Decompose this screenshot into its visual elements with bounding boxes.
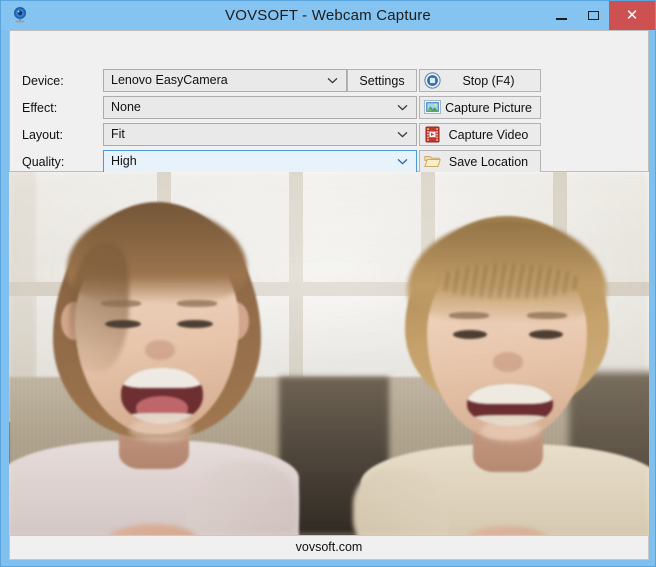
- save-location-button-label: Save Location: [448, 154, 529, 169]
- controls-panel: Device: Lenovo EasyCamera Settings Effec…: [9, 30, 649, 196]
- child-right-eye: [453, 330, 487, 339]
- device-select[interactable]: Lenovo EasyCamera: [103, 69, 347, 92]
- device-label: Device:: [22, 74, 64, 88]
- film-icon: [424, 126, 441, 143]
- capture-video-button-label: Capture Video: [448, 127, 529, 142]
- chevron-down-icon: [397, 124, 408, 145]
- capture-picture-button[interactable]: Capture Picture: [419, 96, 541, 119]
- quality-select-value: High: [111, 154, 137, 168]
- close-icon: ✕: [625, 6, 639, 24]
- maximize-button[interactable]: [577, 1, 609, 30]
- window-controls: ✕: [545, 1, 655, 30]
- child-right-eye: [529, 330, 563, 339]
- child-right-chin-highlight: [481, 420, 541, 442]
- chevron-down-icon: [397, 97, 408, 118]
- child-right-eyebrow: [449, 312, 489, 319]
- save-location-button[interactable]: Save Location: [419, 150, 541, 173]
- stop-button[interactable]: Stop (F4): [419, 69, 541, 92]
- preview-scene: [9, 172, 649, 535]
- child-right-teeth-upper: [467, 384, 553, 405]
- device-select-value: Lenovo EasyCamera: [111, 73, 228, 87]
- child-left-teeth-upper: [121, 368, 203, 389]
- capture-picture-button-label: Capture Picture: [445, 100, 532, 115]
- maximize-icon: [587, 11, 599, 20]
- settings-button-label: Settings: [359, 73, 405, 88]
- child-left-chin-highlight: [129, 418, 193, 442]
- settings-button[interactable]: Settings: [347, 69, 417, 92]
- child-right-hair-strands: [439, 264, 579, 298]
- picture-icon: [424, 99, 441, 116]
- effect-label: Effect:: [22, 101, 58, 115]
- minimize-button[interactable]: [545, 1, 577, 30]
- layout-select[interactable]: Fit: [103, 123, 417, 146]
- layout-select-value: Fit: [111, 127, 125, 141]
- status-bar: vovsoft.com: [9, 535, 649, 560]
- status-bar-text: vovsoft.com: [295, 540, 363, 554]
- capture-video-button[interactable]: Capture Video: [419, 123, 541, 146]
- title-bar[interactable]: VOVSOFT - Webcam Capture ✕: [1, 1, 655, 30]
- chevron-down-icon: [397, 151, 408, 172]
- client-area: Device: Lenovo EasyCamera Settings Effec…: [9, 30, 649, 560]
- minimize-icon: [555, 18, 567, 20]
- child-left-eye: [177, 320, 213, 328]
- folder-icon: [424, 153, 441, 170]
- effect-select[interactable]: None: [103, 96, 417, 119]
- stop-button-label: Stop (F4): [462, 73, 515, 88]
- layout-label: Layout:: [22, 128, 64, 142]
- child-left-nose: [145, 340, 175, 360]
- stop-record-icon: [424, 72, 441, 89]
- effect-select-value: None: [111, 100, 141, 114]
- close-button[interactable]: ✕: [609, 1, 655, 30]
- child-left-eyebrow: [101, 300, 141, 307]
- webcam-preview[interactable]: [9, 172, 649, 535]
- application-window: VOVSOFT - Webcam Capture ✕ Device: Lenov…: [0, 0, 656, 567]
- child-left-mouth: [121, 368, 203, 424]
- child-left-eyebrow: [177, 300, 217, 307]
- child-left-arm: [185, 462, 297, 535]
- quality-select[interactable]: High: [103, 150, 417, 173]
- chevron-down-icon: [327, 70, 338, 91]
- child-right-eyebrow: [527, 312, 567, 319]
- child-left-eye: [105, 320, 141, 328]
- quality-label: Quality:: [22, 155, 65, 169]
- child-right-nose: [493, 352, 523, 372]
